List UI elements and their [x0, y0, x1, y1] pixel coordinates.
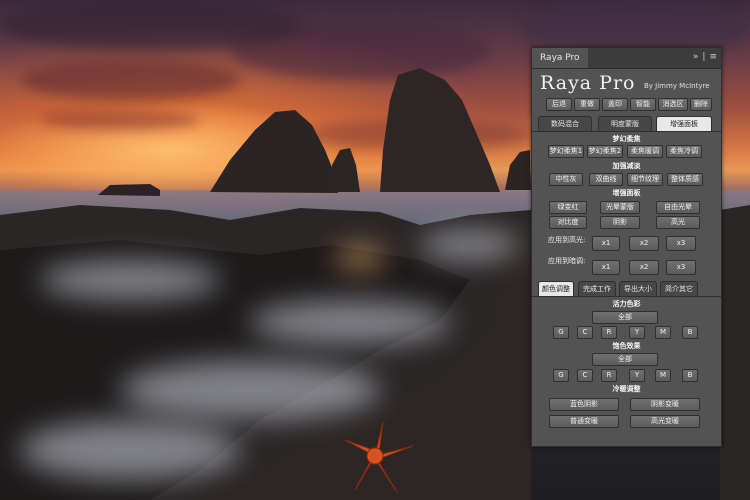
section-enhance: 增强面板	[612, 189, 641, 197]
mist	[120, 360, 380, 420]
section-dodge-burn: 加强减淡	[612, 162, 641, 170]
section-dreamy: 梦幻柔焦	[612, 135, 641, 143]
saturation-all-button[interactable]: 全部	[592, 353, 658, 366]
blue-shadows-button[interactable]: 蓝色阴影	[549, 398, 619, 411]
green-to-red-button[interactable]: 绿变红	[549, 201, 587, 214]
mist	[420, 230, 520, 260]
dreamy-1-button[interactable]: 梦幻柔焦1	[548, 145, 584, 158]
section-warm-cool: 冷暖调整	[612, 385, 641, 393]
highlight-x3-button[interactable]: x3	[666, 236, 696, 251]
highlight-x1-button[interactable]: x1	[592, 236, 620, 251]
tab-enhance-panel[interactable]: 增强面板	[656, 116, 712, 131]
subtab-finish-work[interactable]: 完成工作	[578, 281, 616, 296]
collapse-icon[interactable]: »	[693, 52, 699, 62]
double-curves-button[interactable]: 双曲线	[589, 173, 623, 186]
overall-texture-button[interactable]: 整体质感	[667, 173, 703, 186]
saturation-y-button[interactable]: Y	[629, 369, 645, 382]
panel-title-tab[interactable]: Raya Pro	[532, 48, 588, 68]
panel-menu: » | ≡	[689, 52, 717, 62]
sub-tab-divider	[532, 296, 721, 297]
mist	[40, 260, 220, 300]
neutral-gray-button[interactable]: 中性灰	[549, 173, 583, 186]
mist	[250, 300, 450, 345]
tab-digital-blend[interactable]: 数码混合	[538, 116, 592, 131]
subtab-color-adjust[interactable]: 颜色调整	[538, 281, 574, 296]
apply-shadows-label: 应用到暗调:	[548, 257, 586, 265]
raya-pro-panel: Raya Pro » | ≡ Raya Pro By Jimmy McIntyre …	[531, 47, 722, 447]
undo-button[interactable]: 后退	[546, 98, 572, 111]
delete-button[interactable]: 删除	[690, 98, 712, 111]
vibrance-all-button[interactable]: 全部	[592, 311, 658, 324]
dreamy-warm-button[interactable]: 柔焦暖调	[627, 145, 663, 158]
subtab-about[interactable]: 简介其它	[660, 281, 698, 296]
highlight-x2-button[interactable]: x2	[629, 236, 659, 251]
section-saturation: 饱色效果	[612, 342, 641, 350]
shadow-x2-button[interactable]: x2	[629, 260, 659, 275]
redo-button[interactable]: 重做	[574, 98, 600, 111]
vibrance-y-button[interactable]: Y	[629, 326, 645, 339]
starfish	[344, 421, 414, 493]
normal-warm-button[interactable]: 普通变暖	[549, 415, 619, 428]
deselect-button[interactable]: 消选区	[658, 98, 688, 111]
vibrance-g-button[interactable]: G	[553, 326, 569, 339]
mist	[335, 245, 385, 270]
section-vibrance: 活力色彩	[612, 300, 641, 308]
saturation-m-button[interactable]: M	[655, 369, 671, 382]
panel-tab-bar: Raya Pro » | ≡	[532, 48, 721, 69]
stamp-button[interactable]: 盖印	[602, 98, 628, 111]
contrast-button[interactable]: 对比度	[549, 216, 587, 229]
main-tab-divider	[532, 131, 721, 132]
warm-highlights-button[interactable]: 高光变暖	[630, 415, 700, 428]
saturation-r-button[interactable]: R	[601, 369, 617, 382]
vibrance-c-button[interactable]: C	[577, 326, 593, 339]
mist	[20, 420, 240, 480]
author-byline: By Jimmy McIntyre	[644, 82, 710, 90]
warm-shadows-button[interactable]: 阴影变暖	[630, 398, 700, 411]
shadow-x1-button[interactable]: x1	[592, 260, 620, 275]
vibrance-r-button[interactable]: R	[601, 326, 617, 339]
glow-mask-button[interactable]: 光晕蒙版	[600, 201, 640, 214]
separator: |	[702, 52, 706, 62]
dreamy-cool-button[interactable]: 柔焦冷调	[666, 145, 702, 158]
vibrance-b-button[interactable]: B	[682, 326, 698, 339]
dreamy-2-button[interactable]: 梦幻柔焦2	[587, 145, 623, 158]
saturation-c-button[interactable]: C	[577, 369, 593, 382]
highlights-button[interactable]: 高光	[656, 216, 700, 229]
shadow-x3-button[interactable]: x3	[666, 260, 696, 275]
smart-button[interactable]: 智能	[630, 98, 656, 111]
vibrance-m-button[interactable]: M	[655, 326, 671, 339]
apply-highlights-label: 应用到高光:	[548, 236, 586, 244]
shadows-button[interactable]: 阴影	[600, 216, 640, 229]
tab-luminosity-masks[interactable]: 明度蒙版	[598, 116, 652, 131]
saturation-b-button[interactable]: B	[682, 369, 698, 382]
menu-icon[interactable]: ≡	[709, 52, 717, 62]
saturation-g-button[interactable]: G	[553, 369, 569, 382]
free-glow-button[interactable]: 自由光晕	[656, 201, 700, 214]
brand-logo: Raya Pro	[540, 72, 636, 94]
detail-texture-button[interactable]: 细节纹理	[627, 173, 663, 186]
subtab-export-size[interactable]: 导出大小	[619, 281, 657, 296]
